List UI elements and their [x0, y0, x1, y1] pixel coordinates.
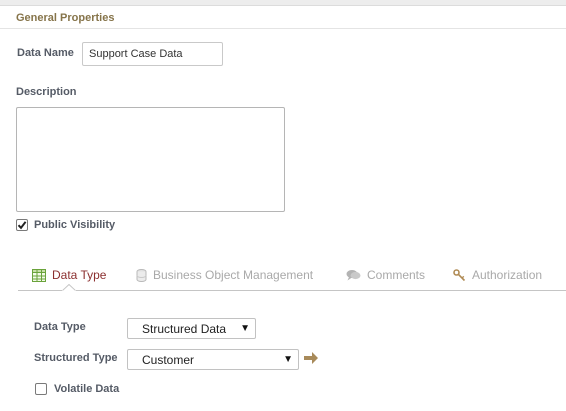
tab-data-type-label: Data Type	[52, 268, 107, 282]
public-visibility-checkbox[interactable]	[16, 219, 28, 231]
checkmark-icon	[17, 221, 27, 230]
volatile-data-label: Volatile Data	[54, 383, 120, 395]
tabs-divider	[18, 290, 566, 291]
structured-type-select-value: Customer	[142, 352, 195, 367]
tab-business-object-management[interactable]: Business Object Management	[136, 267, 313, 283]
description-textarea[interactable]	[16, 107, 285, 212]
tab-comments[interactable]: Comments	[346, 267, 425, 283]
top-toolbar-strip	[0, 0, 566, 6]
data-type-select-value: Structured Data	[142, 321, 227, 336]
public-visibility-label: Public Visibility	[34, 219, 116, 231]
speech-bubble-icon	[346, 269, 361, 281]
tab-data-type[interactable]: Data Type	[32, 267, 106, 283]
tab-comments-label: Comments	[367, 268, 426, 282]
section-title-general-properties: General Properties	[16, 12, 115, 24]
active-tab-pointer-icon	[62, 284, 76, 292]
section-divider	[0, 28, 566, 29]
structured-type-label: Structured Type	[34, 352, 118, 364]
tab-authorization[interactable]: Authorization	[453, 267, 542, 283]
data-type-select[interactable]: Structured Data ▼	[127, 318, 256, 339]
database-icon	[136, 268, 147, 282]
tab-business-object-management-label: Business Object Management	[153, 268, 314, 282]
chevron-down-icon: ▼	[240, 323, 250, 334]
tab-authorization-label: Authorization	[472, 268, 543, 282]
structured-type-select[interactable]: Customer ▼	[127, 349, 299, 370]
open-structured-type-arrow-icon[interactable]	[303, 350, 319, 366]
volatile-data-checkbox[interactable]	[35, 383, 47, 395]
description-label: Description	[16, 86, 77, 98]
data-type-label: Data Type	[34, 321, 86, 333]
key-icon	[453, 268, 466, 282]
table-icon	[32, 268, 46, 282]
chevron-down-icon: ▼	[283, 354, 293, 365]
data-name-input[interactable]	[82, 42, 223, 66]
data-name-label: Data Name	[17, 47, 74, 59]
